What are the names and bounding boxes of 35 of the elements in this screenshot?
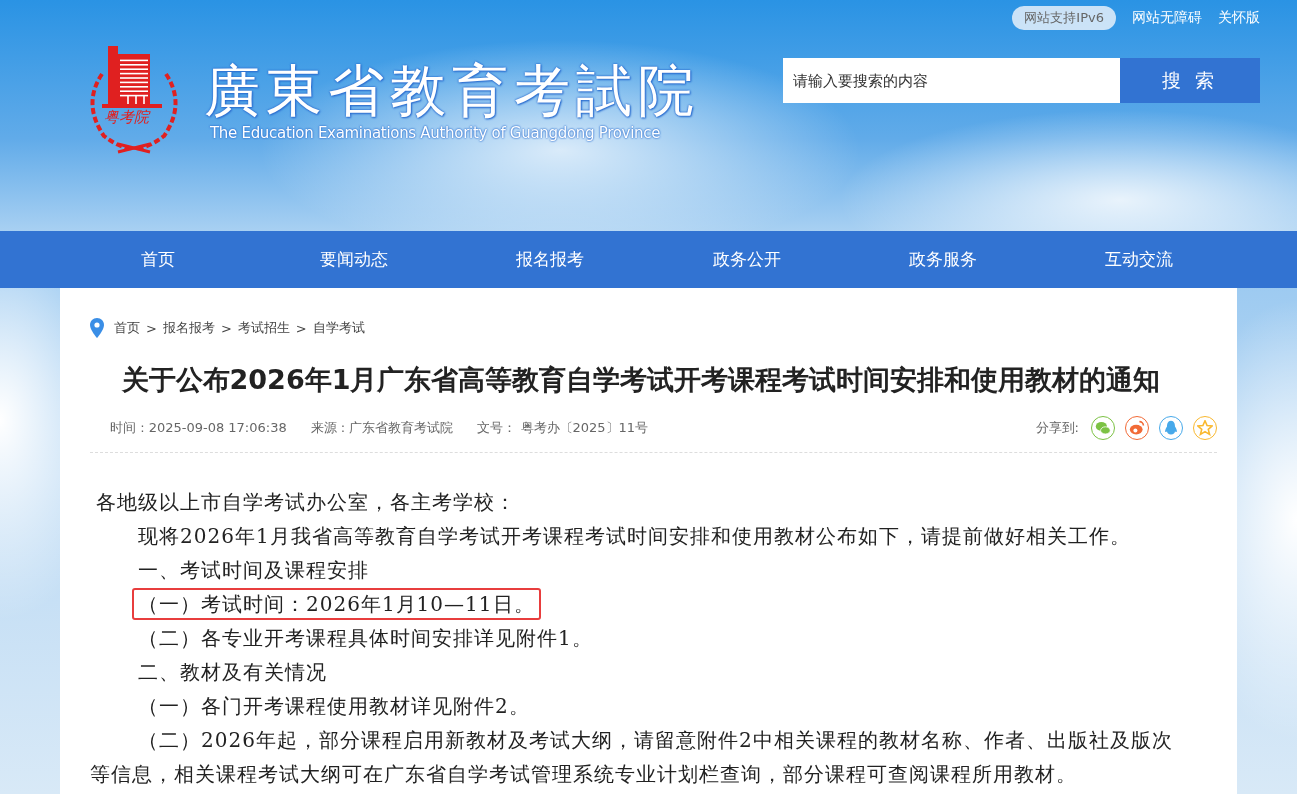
top-link[interactable]: 关怀版	[1218, 9, 1260, 27]
search-button[interactable]: 搜 索	[1120, 58, 1260, 103]
breadcrumb-link[interactable]: 自学考试	[312, 319, 365, 337]
paragraph: 一、考试时间及课程安排	[137, 557, 370, 584]
paragraph: （一）各门开考课程使用教材详见附件2。	[137, 693, 531, 720]
breadcrumb-separator: >	[295, 320, 307, 336]
article-meta: 文号： 粤考办〔2025〕11号	[477, 419, 649, 437]
breadcrumb-link[interactable]: 首页	[114, 319, 140, 337]
nav-item[interactable]: 互动交流	[1040, 231, 1238, 288]
paragraph: （二）各专业开考课程具体时间安排详见附件1。	[137, 625, 594, 652]
breadcrumb-separator: >	[220, 320, 232, 336]
article-title: 关于公布2026年1月广东省高等教育自学考试开考课程考试时间安排和使用教材的通知	[120, 363, 1162, 397]
breadcrumb-link[interactable]: 报名报考	[162, 319, 215, 337]
breadcrumb-separator: >	[146, 320, 157, 336]
article-meta: 来源 : 广东省教育考试院	[310, 419, 454, 437]
emblem-text: 粤考院	[104, 108, 149, 127]
nav-item[interactable]: 政务公开	[648, 231, 845, 288]
paragraph: 二、教材及有关情况	[137, 659, 328, 686]
paragraph: 现将2026年1月我省高等教育自学考试开考课程考试时间安排和使用教材公布如下，请提前做好相关工作。	[137, 523, 1132, 550]
paragraph: （一）考试时间：2026年1月10—11日。	[132, 588, 541, 620]
nav-item[interactable]: 政务服务	[844, 231, 1041, 288]
paragraph: （二）2026年起，部分课程启用新教材及考试大纲，请留意附件2中相关课程的教材名称、作者、出版社及版次等信息，相关课程考试大纲可在广东省自学考试管理系统专业计划栏查询，部分课程可查阅课程所用教材。	[90, 727, 1173, 788]
share-label: 分享到:	[1035, 419, 1079, 437]
article-meta: 时间 : 2025-09-08 17:06:38	[110, 419, 287, 437]
ipv6-badge[interactable]: 网站支持IPv6	[1012, 6, 1116, 30]
search-field[interactable]: 请输入要搜索的内容	[783, 58, 1120, 103]
nav-item[interactable]: 首页	[60, 231, 257, 288]
top-link[interactable]: 网站无障碍	[1132, 9, 1202, 27]
paragraph: 各地级以上市自学考试办公室，各主考学校：	[95, 489, 517, 516]
location-pin-icon	[90, 318, 104, 338]
nav-item[interactable]: 要闻动态	[256, 231, 453, 288]
site-title: 廣東省教育考試院	[204, 58, 700, 124]
nav-item[interactable]: 报名报考	[452, 231, 649, 288]
site-subtitle: The Education Examinations Authority of Guangdong Province	[210, 124, 662, 142]
breadcrumb-link[interactable]: 考试招生	[237, 319, 290, 337]
